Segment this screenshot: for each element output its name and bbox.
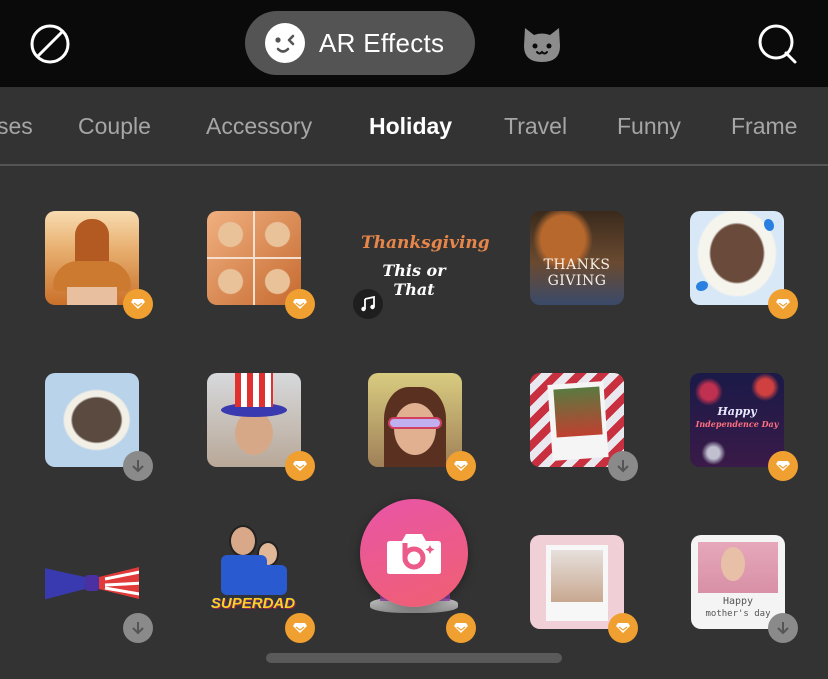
category-tabs: ses Couple Accessory Holiday Travel Funn… — [0, 87, 828, 166]
cat-face-icon — [524, 28, 560, 62]
premium-badge — [285, 613, 315, 643]
tab-travel[interactable]: Travel — [504, 113, 567, 140]
download-arrow-icon — [132, 460, 144, 473]
tab-frame[interactable]: Frame — [731, 113, 797, 140]
download-arrow-icon — [777, 622, 789, 635]
effect-thumbnail: Thanksgiving This or That — [361, 233, 490, 299]
effect-thumbnail — [368, 373, 462, 467]
effect-uncle-sam-hat[interactable] — [207, 373, 315, 481]
effect-thumbnail — [45, 211, 139, 305]
circle-slash-icon — [30, 24, 70, 64]
diamond-icon — [616, 623, 630, 633]
diamond-icon — [776, 299, 790, 309]
premium-badge — [446, 613, 476, 643]
premium-badge — [768, 289, 798, 319]
ar-effects-tab[interactable]: AR Effects — [245, 11, 475, 75]
effect-thumbnail — [207, 211, 301, 305]
effect-star-headband[interactable] — [368, 373, 476, 481]
effect-thanksgiving-grid[interactable] — [207, 211, 315, 319]
camera-button[interactable] — [360, 499, 468, 607]
premium-badge — [768, 451, 798, 481]
download-badge — [768, 613, 798, 643]
diamond-icon — [454, 623, 468, 633]
tab-poses[interactable]: ses — [0, 113, 33, 140]
effect-blue-floral-frame[interactable] — [45, 373, 153, 481]
premium-badge — [446, 451, 476, 481]
tab-accessory[interactable]: Accessory — [206, 113, 312, 140]
camera-icon — [387, 534, 441, 574]
effect-thumbnail — [690, 211, 784, 305]
effect-thanksgiving-this-or-that[interactable]: Thanksgiving This or That — [353, 211, 490, 319]
diamond-icon — [293, 623, 307, 633]
download-badge — [123, 451, 153, 481]
effect-thumbnail — [45, 373, 139, 467]
effect-thumbnail — [207, 373, 301, 467]
winking-face-icon — [265, 23, 305, 63]
download-arrow-icon — [617, 460, 629, 473]
effect-flag-bow-tie[interactable] — [45, 535, 153, 643]
effect-thumbnail: THANKS GIVING — [530, 211, 624, 305]
search-icon — [758, 24, 797, 64]
effect-happy-independence-day[interactable]: Happy Independence Day — [690, 373, 798, 481]
effect-turkey-hat[interactable] — [45, 211, 153, 319]
sticker-tab[interactable] — [519, 22, 565, 66]
tab-couple[interactable]: Couple — [78, 113, 151, 140]
no-effect-button[interactable] — [28, 22, 72, 66]
effect-thumbnail: Happy Independence Day — [690, 373, 784, 467]
tab-funny[interactable]: Funny — [617, 113, 681, 140]
download-badge — [608, 451, 638, 481]
ar-effects-label: AR Effects — [319, 27, 445, 58]
effect-thanks-giving-pumpkin[interactable]: THANKS GIVING — [530, 211, 624, 305]
premium-badge — [608, 613, 638, 643]
diamond-icon — [293, 461, 307, 471]
effect-flower-frame[interactable] — [690, 211, 798, 319]
diamond-icon — [293, 299, 307, 309]
diamond-icon — [454, 461, 468, 471]
diamond-icon — [776, 461, 790, 471]
effect-thumbnail: Happy mother's day — [691, 535, 785, 629]
diamond-icon — [131, 299, 145, 309]
download-arrow-icon — [132, 622, 144, 635]
scroll-indicator[interactable] — [266, 653, 562, 663]
effect-thumbnail: SUPERDAD — [207, 525, 301, 629]
premium-badge — [285, 289, 315, 319]
effect-patriotic-polaroid[interactable] — [530, 373, 638, 481]
effect-thumbnail — [45, 535, 139, 629]
top-bar: AR Effects — [0, 0, 828, 87]
effect-happy-mothers-day[interactable]: Happy mother's day — [691, 535, 798, 643]
premium-badge — [123, 289, 153, 319]
music-note-icon — [361, 296, 375, 312]
effect-thumbnail — [530, 373, 624, 467]
effect-superdad[interactable]: SUPERDAD — [207, 525, 315, 643]
music-badge — [353, 289, 383, 319]
effect-thumbnail — [530, 535, 624, 629]
download-badge — [123, 613, 153, 643]
premium-badge — [285, 451, 315, 481]
search-button[interactable] — [755, 22, 799, 66]
bow-tie-icon — [45, 567, 139, 600]
effect-pink-polaroid[interactable] — [530, 535, 638, 643]
tab-holiday[interactable]: Holiday — [369, 113, 452, 140]
